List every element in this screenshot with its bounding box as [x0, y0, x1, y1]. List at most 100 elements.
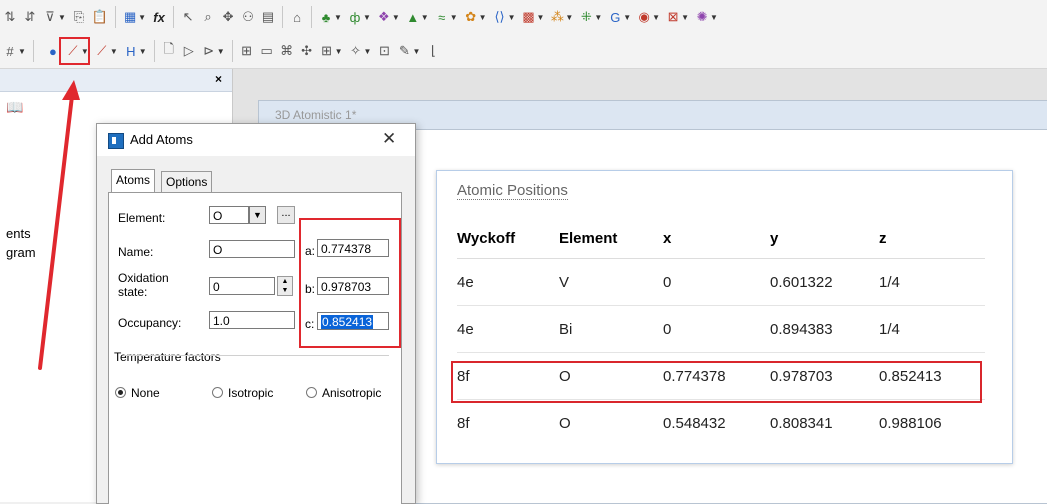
cell-x: 0.548432	[663, 414, 726, 432]
play-icon[interactable]: ▷	[182, 40, 196, 62]
hash-icon[interactable]: #	[3, 40, 17, 62]
radio-anisotropic[interactable]	[306, 387, 317, 398]
dialog-title: Add Atoms	[130, 132, 193, 147]
element-select[interactable]: O	[209, 206, 249, 224]
element-label: Element:	[118, 211, 166, 225]
cell-y: 0.601322	[770, 258, 879, 306]
table-icon[interactable]: ▤	[261, 6, 275, 28]
cell-z: 0.988106	[879, 414, 942, 432]
add-bond2-icon[interactable]: ⟋	[95, 40, 109, 62]
radio-anisotropic-label: Anisotropic	[322, 386, 382, 400]
tool5-icon[interactable]: ⊡	[377, 40, 391, 62]
book-icon[interactable]: 📖	[6, 99, 23, 116]
col-wyckoff: Wyckoff	[457, 218, 559, 259]
name-input[interactable]: O	[209, 240, 295, 258]
molecule-icon[interactable]: ✺	[695, 6, 709, 28]
sort-desc-icon[interactable]: ⇵	[23, 6, 37, 28]
cluster-icon[interactable]: ✿	[464, 6, 478, 28]
crystal-icon[interactable]: ⊠	[666, 6, 680, 28]
cell-z: 1/4	[879, 305, 985, 353]
radio-isotropic[interactable]	[212, 387, 223, 398]
cell-element: O	[559, 414, 571, 432]
bracket-icon[interactable]: ⟨⟩	[493, 6, 507, 28]
oxidation-input[interactable]: 0	[209, 277, 275, 295]
function-icon[interactable]: fx	[152, 6, 166, 28]
add-atom-highlight	[59, 37, 90, 65]
atoms-icon[interactable]: ❖	[377, 6, 391, 28]
app-icon	[108, 133, 124, 149]
structure-icon[interactable]: ⚇	[241, 6, 255, 28]
pan-icon[interactable]: ✥	[221, 6, 235, 28]
tool4-icon[interactable]: ✧	[349, 40, 363, 62]
cell-x: 0	[663, 305, 770, 353]
panel-header: ×	[0, 69, 232, 92]
tool6-icon[interactable]: ✎	[397, 40, 411, 62]
card-title[interactable]: Atomic Positions	[457, 182, 568, 200]
copy-icon[interactable]: ⎘	[72, 6, 86, 28]
hierarchy-icon[interactable]: ⊞	[240, 40, 254, 62]
name-label: Name:	[118, 245, 154, 259]
layout-icon[interactable]: ▭	[260, 40, 274, 62]
col-y: y	[770, 218, 879, 259]
occupancy-input[interactable]: 1.0	[209, 311, 295, 329]
dots-icon[interactable]: ⁂	[550, 6, 564, 28]
element-dropdown-button[interactable]: ▼	[249, 206, 266, 224]
tab-atoms[interactable]: Atoms	[111, 169, 156, 192]
cell-wyckoff: 8f	[457, 414, 470, 432]
oxidation-label: Oxidation	[118, 271, 169, 285]
dialog-titlebar[interactable]: Add Atoms ✕	[97, 124, 415, 156]
chart-icon[interactable]: ⌊	[426, 40, 440, 62]
cell-y: 0.894383	[770, 305, 879, 353]
grid2-icon[interactable]: ⁜	[579, 6, 593, 28]
hydrogen-icon[interactable]: H	[124, 40, 138, 62]
table-header-row: Wyckoff Element x y z	[457, 218, 985, 259]
paste-icon[interactable]: 📋	[92, 6, 108, 28]
close-icon[interactable]: ✕	[382, 129, 396, 149]
positions-table: Wyckoff Element x y z 4e V 0 0.601322 1/…	[457, 218, 985, 446]
oxidation-label-2: state:	[118, 285, 148, 299]
temperature-group-line	[124, 355, 389, 356]
insert-table-icon[interactable]: ▦	[123, 6, 137, 28]
wave-icon[interactable]: ≈	[435, 6, 449, 28]
plot-green-icon[interactable]: ♣	[319, 6, 333, 28]
circle-icon[interactable]: ◉	[637, 6, 651, 28]
triangle-icon[interactable]: ▲	[406, 6, 420, 28]
cell-y: 0.808341	[770, 414, 833, 432]
main-toolbar: ⇅ ⇵ ⊽ ▼ ⎘ 📋 ▦ ▼ fx ↖ ⌕ ✥ ⚇ ▤ ⌂ ♣ ▼ ф ▼ ❖ ▼ ▲…	[0, 0, 1047, 35]
step-icon[interactable]: ⊳	[202, 40, 216, 62]
table-row: 8f O 0.548432 0.808341 0.988106	[457, 400, 985, 447]
coordinates-highlight	[299, 218, 401, 348]
element-browse-button[interactable]: ...	[277, 206, 295, 224]
radio-none-label: None	[131, 386, 160, 400]
temperature-factors-label: Temperature factors	[114, 350, 221, 364]
tool1-icon[interactable]: ⌘	[280, 40, 294, 62]
table-row: 4e V 0 0.601322 1/4	[457, 258, 985, 306]
graph-icon[interactable]: G	[608, 6, 622, 28]
cell-wyckoff: 4e	[457, 258, 559, 306]
tool3-icon[interactable]: ⊞	[320, 40, 334, 62]
export-icon[interactable]: ⌂	[290, 6, 304, 28]
col-element: Element	[559, 218, 663, 259]
grid-icon[interactable]: ▩	[521, 6, 535, 28]
cursor-icon[interactable]: ↖	[181, 6, 195, 28]
cell-element: V	[559, 258, 663, 306]
add-atom-icon[interactable]: ●	[46, 40, 60, 62]
radio-isotropic-label: Isotropic	[228, 386, 274, 400]
structure-toolbar: # ▼ ● ⟋ ▼ ⟋ ▼ H ▼ 🗋 ▷ ⊳ ▼ ⊞ ▭ ⌘ ✣ ⊞ ▼ ✧ ▼ ⊡ ✎ ▼ …	[0, 34, 1047, 69]
filter-icon[interactable]: ⊽	[43, 6, 57, 28]
cell-element: Bi	[559, 305, 663, 353]
panel-text-2: gram	[6, 245, 36, 260]
tab-options[interactable]: Options	[161, 171, 213, 192]
phase-icon[interactable]: ф	[348, 6, 362, 28]
atomic-positions-card: Atomic Positions Wyckoff Element x y z 4…	[436, 170, 1013, 464]
cell-wyckoff: 4e	[457, 305, 559, 353]
tool2-icon[interactable]: ✣	[300, 40, 314, 62]
occupancy-label: Occupancy:	[118, 316, 182, 330]
sort-asc-icon[interactable]: ⇅	[3, 6, 17, 28]
panel-close-button[interactable]: ×	[215, 72, 222, 86]
oxidation-stepper[interactable]: ▲ ▼	[277, 276, 293, 296]
highlighted-row-outline	[451, 361, 982, 403]
page-icon[interactable]: 🗋	[162, 40, 176, 62]
zoom-icon[interactable]: ⌕	[201, 6, 215, 28]
radio-none[interactable]	[115, 387, 126, 398]
